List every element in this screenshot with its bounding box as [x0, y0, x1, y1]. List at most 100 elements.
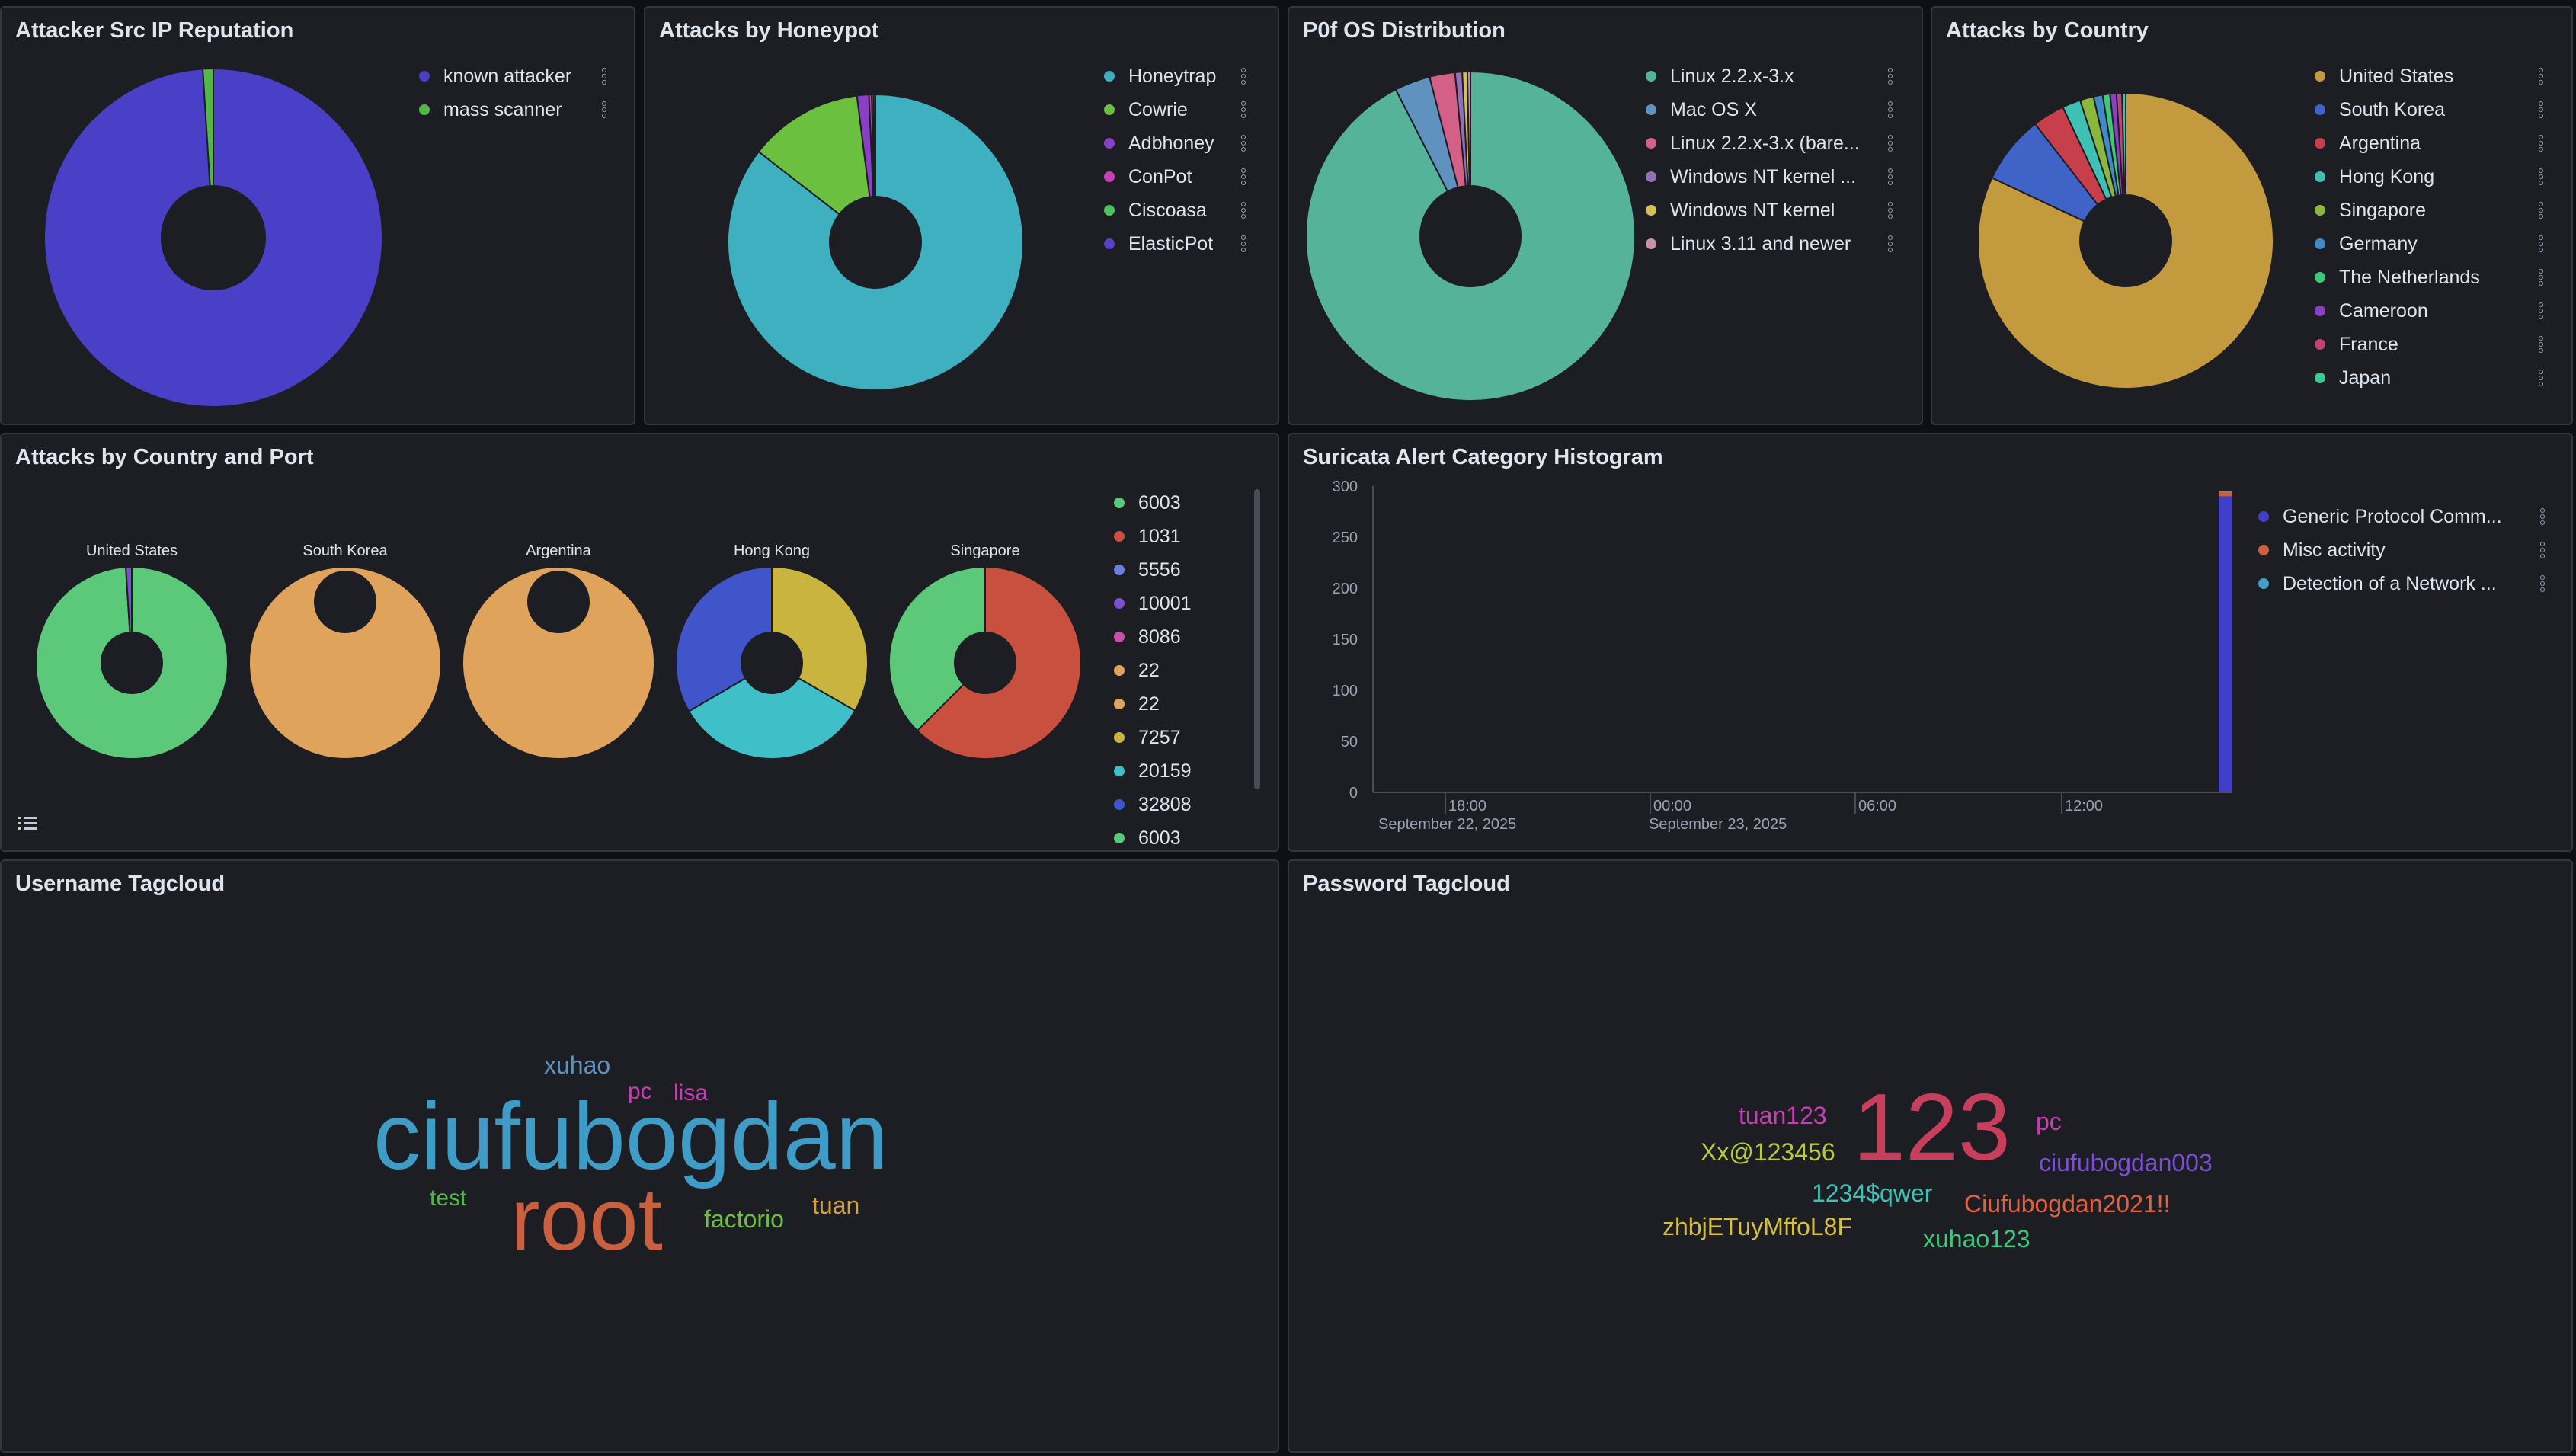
tag-word[interactable]: ciufubogdan003 [2039, 1150, 2213, 1175]
tag-word[interactable]: root [510, 1175, 663, 1263]
tag-word[interactable]: tuan123 [1739, 1103, 1827, 1128]
legend-options-icon[interactable] [1241, 235, 1246, 252]
legend-label: 7257 [1138, 726, 1181, 748]
legend-item[interactable]: mass scanner [419, 93, 606, 126]
tag-word[interactable]: factorio [704, 1207, 784, 1231]
legend-options-icon[interactable] [2539, 235, 2543, 252]
legend-options-icon[interactable] [2540, 575, 2545, 592]
legend-options-icon[interactable] [2540, 508, 2545, 525]
legend-item[interactable]: France [2315, 328, 2543, 361]
legend-item[interactable]: Linux 3.11 and newer [1646, 227, 1893, 261]
legend-item[interactable]: known attacker [419, 59, 606, 93]
panel-title: Password Tagcloud [1303, 872, 1510, 896]
pie-slice-22[interactable] [462, 566, 655, 760]
histogram-bar-generic-protocol-comm[interactable] [2219, 496, 2232, 792]
legend-item[interactable]: 32808 [1114, 788, 1236, 821]
legend-item[interactable]: Ciscoasa [1104, 194, 1246, 227]
legend-options-icon[interactable] [2539, 202, 2543, 219]
legend-item[interactable]: Germany [2315, 227, 2543, 261]
legend-options-icon[interactable] [1888, 68, 1893, 85]
legend-item[interactable]: Cowrie [1104, 93, 1246, 126]
legend-options-icon[interactable] [2539, 168, 2543, 185]
legend-options-icon[interactable] [1888, 202, 1893, 219]
legend-color-dot [2315, 272, 2325, 283]
legend-item[interactable]: Cameroon [2315, 294, 2543, 328]
legend-options-icon[interactable] [2539, 302, 2543, 319]
legend-options-icon[interactable] [2540, 542, 2545, 558]
legend-options-icon[interactable] [2539, 269, 2543, 286]
legend-item[interactable]: Detection of a Network ... [2258, 567, 2545, 600]
legend-options-icon[interactable] [1888, 235, 1893, 252]
legend-item[interactable]: Mac OS X [1646, 93, 1893, 126]
panel-suricata: Suricata Alert Category Histogram 0 50 100… [1288, 433, 2573, 852]
legend-label: 1031 [1138, 525, 1181, 547]
legend-item[interactable]: 6003 [1114, 821, 1236, 844]
tag-word[interactable]: zhbjETuyMffoL8F [1662, 1214, 1852, 1239]
legend-item[interactable]: 5556 [1114, 553, 1236, 587]
legend-item[interactable]: The Netherlands [2315, 261, 2543, 294]
legend-options-icon[interactable] [2539, 370, 2543, 386]
panel-p0f: P0f OS Distribution Linux 2.2.x-3.x Mac O… [1288, 6, 1923, 425]
legend-item[interactable]: Honeytrap [1104, 59, 1246, 93]
legend-item[interactable]: 22 [1114, 687, 1236, 721]
legend-label: Cowrie [1128, 98, 1188, 120]
legend-options-icon[interactable] [602, 68, 606, 85]
tag-word[interactable]: Ciufubogdan2021!! [1964, 1192, 2170, 1216]
tag-word[interactable]: tuan [812, 1193, 859, 1218]
legend-item[interactable]: ElasticPot [1104, 227, 1246, 261]
legend-options-icon[interactable] [602, 101, 606, 118]
tag-word[interactable]: pc [2036, 1109, 2062, 1134]
legend-item[interactable]: Japan [2315, 361, 2543, 395]
legend-item[interactable]: South Korea [2315, 93, 2543, 126]
legend-options-icon[interactable] [2539, 135, 2543, 152]
legend-item[interactable]: 6003 [1114, 486, 1236, 520]
legend-options-icon[interactable] [2539, 101, 2543, 118]
legend-color-dot [2315, 339, 2325, 350]
legend-options-icon[interactable] [1241, 135, 1246, 152]
legend-item[interactable]: Linux 2.2.x-3.x (bare... [1646, 126, 1893, 160]
legend-item[interactable]: Adbhoney [1104, 126, 1246, 160]
legend-item[interactable]: 1031 [1114, 520, 1236, 553]
tag-word[interactable]: 1234$qwer [1812, 1181, 1932, 1205]
legend-color-dot [2315, 138, 2325, 149]
legend-item[interactable]: 10001 [1114, 587, 1236, 620]
legend-options-icon[interactable] [1241, 202, 1246, 219]
tag-word[interactable]: 123 [1853, 1080, 2011, 1175]
histogram-bar-misc-activity[interactable] [2219, 492, 2232, 497]
legend-options-icon[interactable] [2539, 336, 2543, 353]
y-tick-label: 250 [1333, 530, 1358, 546]
legend-item[interactable]: Hong Kong [2315, 160, 2543, 194]
tag-word[interactable]: xuhao [544, 1053, 610, 1077]
list-icon[interactable] [18, 815, 38, 832]
tag-word[interactable]: Xx@123456 [1701, 1140, 1835, 1164]
legend-options-icon[interactable] [1888, 135, 1893, 152]
legend-options-icon[interactable] [2539, 68, 2543, 85]
legend-item[interactable]: 22 [1114, 654, 1236, 687]
legend-item[interactable]: United States [2315, 59, 2543, 93]
legend-options-icon[interactable] [1888, 168, 1893, 185]
histogram-bar-detection-of-a-network[interactable] [2219, 491, 2232, 493]
legend-color-dot [2258, 511, 2269, 522]
legend-item[interactable]: Windows NT kernel [1646, 194, 1893, 227]
legend-options-icon[interactable] [1241, 101, 1246, 118]
legend-item[interactable]: 8086 [1114, 620, 1236, 654]
legend-item[interactable]: ConPot [1104, 160, 1246, 194]
legend-label: Japan [2339, 366, 2392, 389]
legend-item[interactable]: Windows NT kernel ... [1646, 160, 1893, 194]
legend-item[interactable]: Linux 2.2.x-3.x [1646, 59, 1893, 93]
tag-word[interactable]: test [430, 1187, 466, 1210]
legend-label: 32808 [1138, 793, 1192, 815]
legend-item[interactable]: 7257 [1114, 721, 1236, 754]
legend-item[interactable]: Misc activity [2258, 533, 2545, 567]
legend-scrollbar[interactable] [1254, 489, 1260, 789]
legend-options-icon[interactable] [1241, 68, 1246, 85]
legend-options-icon[interactable] [1241, 168, 1246, 185]
legend-options-icon[interactable] [1888, 101, 1893, 118]
pie-slice-22[interactable] [248, 566, 442, 760]
legend-item[interactable]: Singapore [2315, 194, 2543, 227]
legend-item[interactable]: Generic Protocol Comm... [2258, 500, 2545, 533]
legend-label: United States [2339, 65, 2454, 87]
tag-word[interactable]: xuhao123 [1923, 1227, 2030, 1251]
legend-item[interactable]: 20159 [1114, 754, 1236, 788]
legend-item[interactable]: Argentina [2315, 126, 2543, 160]
